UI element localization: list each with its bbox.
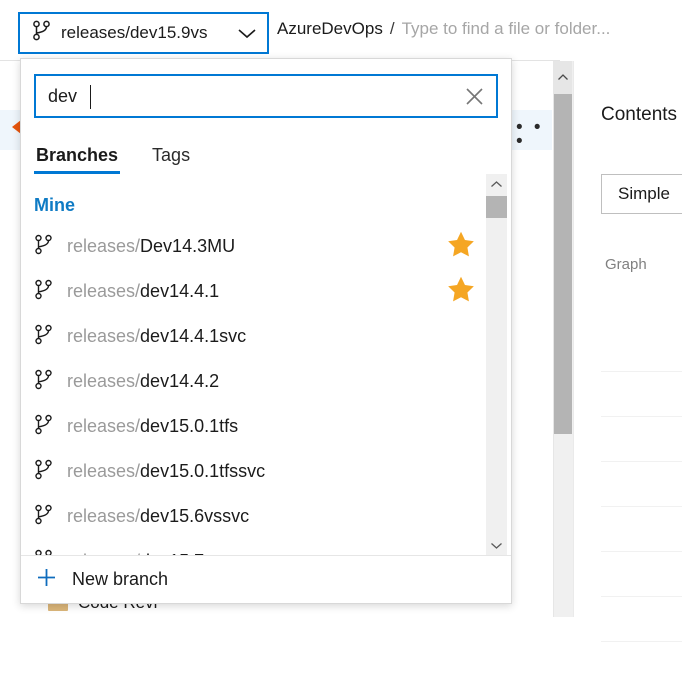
search-input[interactable]	[36, 76, 452, 116]
branch-prefix: releases/	[67, 461, 141, 481]
favorite-star-icon[interactable]	[447, 231, 475, 263]
branch-suffix: dev15.6vssvc	[140, 506, 250, 526]
branch-prefix: releases/	[67, 236, 141, 256]
branch-suffix: dev15.7	[140, 551, 204, 555]
branch-prefix: releases/	[67, 506, 141, 526]
branch-icon	[34, 234, 53, 260]
tab-tags[interactable]: Tags	[150, 145, 192, 174]
branch-prefix: releases/	[67, 326, 141, 346]
flyout-tabs: Branches Tags	[34, 140, 511, 174]
branch-suffix: Dev14.3MU	[140, 236, 236, 256]
scrollbar-up-button[interactable]	[486, 174, 507, 194]
branch-suffix: dev15.0.1tfssvc	[140, 461, 266, 481]
branch-suffix: dev14.4.2	[140, 371, 220, 391]
branch-prefix: releases/	[67, 416, 141, 436]
branch-list-item-label: releases/dev14.4.1svc	[67, 326, 246, 347]
simple-view-button[interactable]: Simple	[601, 174, 682, 214]
branch-list-item[interactable]: releases/Dev14.3MU	[21, 224, 511, 269]
row-divider	[601, 371, 682, 372]
branch-list-item-label: releases/dev15.7	[67, 551, 204, 555]
branch-list-item[interactable]: releases/dev14.4.2	[21, 359, 511, 404]
branch-icon	[34, 279, 53, 305]
breadcrumb: AzureDevOps / Type to find a file or fol…	[277, 19, 610, 39]
branch-suffix: dev14.4.1svc	[140, 326, 247, 346]
chevron-down-icon	[237, 27, 257, 40]
branch-icon	[32, 20, 51, 46]
branch-icon	[34, 369, 53, 395]
branch-icon	[34, 324, 53, 350]
branch-list-item[interactable]: releases/dev15.7	[21, 539, 511, 555]
scrollbar-up-button[interactable]	[554, 61, 572, 94]
row-divider	[601, 506, 682, 507]
branch-prefix: releases/	[67, 281, 141, 301]
branch-list-item[interactable]: releases/dev15.0.1tfs	[21, 404, 511, 449]
branch-prefix: releases/	[67, 551, 140, 555]
branch-list: releases/Dev14.3MU releases/dev14.4.1 rele…	[21, 224, 511, 555]
text-caret	[90, 85, 91, 109]
panel-row-separators	[601, 371, 682, 686]
branch-picker-button[interactable]: releases/dev15.9vs	[18, 12, 269, 54]
panel-subtitle-graph: Graph	[605, 256, 647, 273]
top-command-bar: releases/dev15.9vs AzureDevOps / Type to…	[0, 0, 682, 60]
branch-picker-label: releases/dev15.9vs	[61, 23, 208, 42]
branch-list-scrollbar[interactable]	[486, 174, 507, 555]
breadcrumb-repo-link[interactable]: AzureDevOps	[277, 19, 383, 39]
page-vertical-scrollbar[interactable]	[553, 61, 573, 617]
branch-list-item[interactable]: releases/dev14.4.1	[21, 269, 511, 314]
contents-panel: Contents Simple Graph	[573, 61, 682, 642]
path-search-input[interactable]: Type to find a file or folder...	[402, 19, 611, 39]
row-divider	[601, 596, 682, 597]
branch-icon	[34, 414, 53, 440]
row-divider	[601, 461, 682, 462]
close-icon[interactable]	[452, 76, 496, 116]
branch-search-field[interactable]	[34, 74, 498, 118]
branch-list-item-label: releases/dev14.4.1	[67, 281, 219, 302]
branch-list-area: Mine releases/Dev14.3MU releases/dev14.4.…	[21, 174, 511, 555]
row-divider	[601, 416, 682, 417]
scrollbar-thumb[interactable]	[554, 94, 572, 434]
breadcrumb-separator: /	[389, 19, 395, 38]
row-divider	[601, 551, 682, 552]
scrollbar-down-button[interactable]	[486, 535, 507, 555]
branch-list-item-label: releases/dev15.6vssvc	[67, 506, 249, 527]
branch-suffix: dev15.0.1tfs	[140, 416, 239, 436]
branch-list-item[interactable]: releases/dev15.0.1tfssvc	[21, 449, 511, 494]
branch-icon	[34, 504, 53, 530]
favorite-star-icon[interactable]	[447, 276, 475, 308]
branch-list-item-label: releases/Dev14.3MU	[67, 236, 235, 257]
row-more-actions-button[interactable]: • • •	[516, 118, 552, 151]
new-branch-label: New branch	[72, 569, 169, 589]
branch-list-item-label: releases/dev15.0.1tfssvc	[67, 461, 265, 482]
plus-icon	[35, 566, 58, 594]
branch-list-item[interactable]: releases/dev14.4.1svc	[21, 314, 511, 359]
row-divider	[601, 641, 682, 642]
tab-branches[interactable]: Branches	[34, 145, 121, 174]
branch-suffix: dev14.4.1	[140, 281, 220, 301]
branch-list-item-label: releases/dev15.0.1tfs	[67, 416, 238, 437]
branch-selector-flyout: Branches Tags Mine releases/Dev14.3MUrel…	[20, 58, 512, 604]
branch-list-item[interactable]: releases/dev15.6vssvc	[21, 494, 511, 539]
branch-icon	[34, 459, 53, 485]
branch-prefix: releases/	[67, 371, 141, 391]
branch-icon	[34, 549, 53, 555]
panel-title: Contents	[601, 104, 678, 125]
scrollbar-thumb[interactable]	[486, 196, 507, 218]
new-branch-button[interactable]: New branch	[21, 555, 511, 603]
group-header-mine: Mine	[34, 195, 76, 215]
branch-list-item-label: releases/dev14.4.2	[67, 371, 219, 392]
